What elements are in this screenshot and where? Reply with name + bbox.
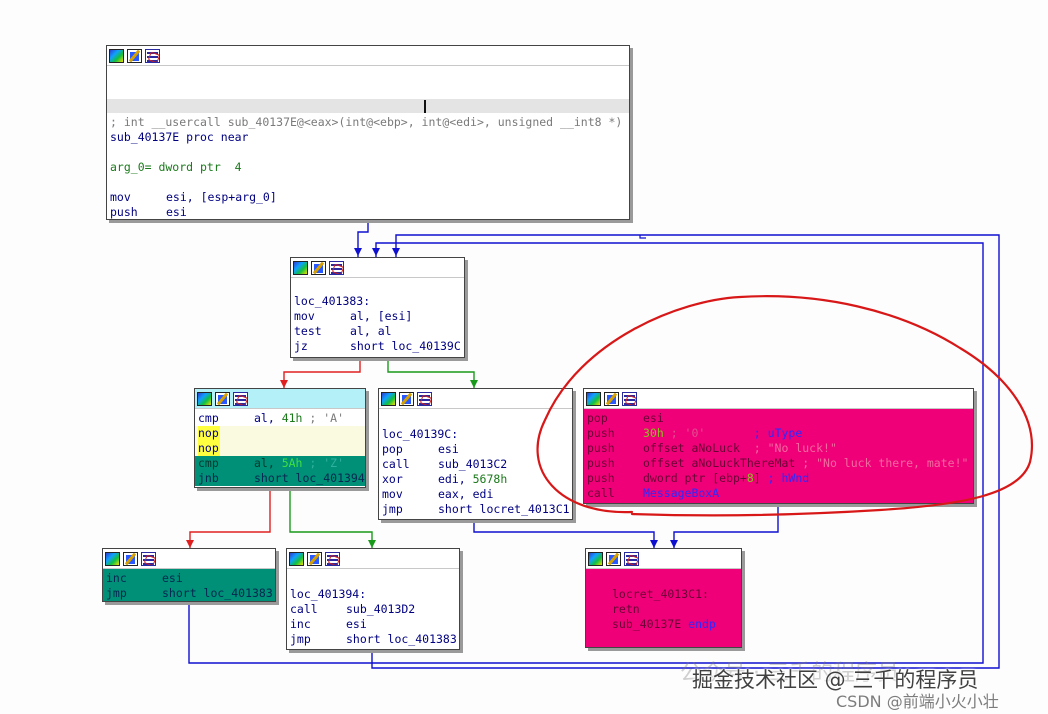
- asm-line[interactable]: mov al, [esi]: [291, 309, 464, 324]
- asm-line[interactable]: push dword ptr [ebp+8] ; hWnd: [584, 471, 973, 486]
- edit-color-icon[interactable]: [123, 551, 138, 566]
- graph-overview-icon[interactable]: [588, 551, 603, 566]
- text-view-icon[interactable]: [624, 551, 639, 566]
- success-branch-node[interactable]: loc_40139C: pop esi call sub_4013C2 xor edi…: [378, 388, 573, 520]
- node-header: [291, 258, 464, 278]
- asm-line[interactable]: xor edi, 5678h: [379, 472, 572, 487]
- text-view-icon[interactable]: [417, 391, 432, 406]
- nop-line[interactable]: nop: [195, 441, 365, 456]
- edit-color-icon[interactable]: [604, 391, 619, 406]
- arrow-jnb-false: [186, 540, 194, 548]
- edge-jnb-true: [289, 488, 373, 548]
- call-loop-node[interactable]: loc_401394: call sub_4013D2 inc esi jmp sho…: [286, 548, 460, 650]
- asm-line[interactable]: retn: [586, 602, 741, 617]
- edit-color-icon[interactable]: [127, 48, 142, 63]
- edit-color-icon[interactable]: [307, 551, 322, 566]
- node-header: [379, 389, 572, 409]
- asm-line[interactable]: call sub_4013D2: [287, 602, 459, 617]
- arrow-entry-2: [372, 248, 380, 256]
- asm-line[interactable]: call MessageBoxA: [584, 486, 973, 501]
- asm-line[interactable]: mov eax, edi: [379, 487, 572, 502]
- graph-overview-icon[interactable]: [197, 391, 212, 406]
- node-header: [584, 389, 973, 409]
- edit-color-icon[interactable]: [399, 391, 414, 406]
- arrow-msgbox-ret: [670, 540, 678, 548]
- graph-overview-icon[interactable]: [586, 391, 601, 406]
- arrow-jz-true: [470, 380, 478, 388]
- endp-line[interactable]: sub_40137E endp: [586, 617, 741, 632]
- graph-overview-icon[interactable]: [109, 48, 124, 63]
- asm-line[interactable]: cmp al, 41h ; 'A': [195, 411, 365, 426]
- asm-line[interactable]: call sub_4013C2: [379, 457, 572, 472]
- node-label[interactable]: loc_401383:: [291, 294, 464, 309]
- asm-line[interactable]: jmp short locret_4013C1: [379, 502, 572, 517]
- arrow-entry-1: [354, 248, 362, 256]
- asm-line[interactable]: inc esi: [287, 617, 459, 632]
- node-label[interactable]: loc_401394:: [287, 587, 459, 602]
- asm-line[interactable]: jmp short loc_401383: [287, 632, 459, 647]
- increment-node[interactable]: inc esi jmp short loc_401383: [102, 548, 276, 602]
- arg-declaration: arg_0= dword ptr 4: [110, 160, 242, 174]
- asm-line[interactable]: push esi: [107, 205, 629, 220]
- text-view-icon[interactable]: [141, 551, 156, 566]
- function-entry-node[interactable]: ; int __usercall sub_40137E@<eax>(int@<e…: [106, 45, 630, 220]
- asm-line[interactable]: jz short loc_40139C: [291, 339, 464, 354]
- arrow-9c-ret: [650, 540, 658, 548]
- arrow-jnb-true: [368, 540, 376, 548]
- text-view-icon[interactable]: [329, 260, 344, 275]
- watermark-csdn: CSDN @前端小火小壮: [836, 692, 999, 711]
- edge-jz-false: [283, 358, 361, 388]
- node-header: [287, 549, 459, 569]
- text-view-icon[interactable]: [325, 551, 340, 566]
- edge-msgbox-ret: [673, 504, 779, 548]
- compare-node[interactable]: cmp al, 41h ; 'A' nop nop cmp al, 5Ah ; 'Z…: [194, 388, 366, 488]
- text-view-icon[interactable]: [233, 391, 248, 406]
- node-label[interactable]: loc_40139C:: [379, 427, 572, 442]
- asm-line[interactable]: pop esi: [584, 411, 973, 426]
- loop-node[interactable]: loc_401383: mov al, [esi] test al, al jz sh…: [290, 257, 465, 358]
- return-node[interactable]: locret_4013C1: retn sub_40137E endp: [585, 548, 742, 648]
- asm-line[interactable]: jmp short loc_401383: [103, 586, 275, 601]
- graph-overview-icon[interactable]: [293, 260, 308, 275]
- edge-jnb-false: [189, 488, 271, 548]
- messagebox-node[interactable]: pop esi push 30h ; '0' ; uType push offset …: [583, 388, 974, 504]
- edit-color-icon[interactable]: [311, 260, 326, 275]
- node-header: [107, 46, 629, 66]
- text-view-icon[interactable]: [145, 48, 160, 63]
- edge-jz-true: [387, 358, 475, 388]
- asm-line[interactable]: cmp al, 5Ah ; 'Z': [195, 456, 365, 471]
- arrow-jz-false: [280, 380, 288, 388]
- asm-line[interactable]: pop esi: [379, 442, 572, 457]
- asm-line[interactable]: mov esi, [esp+arg_0]: [107, 190, 629, 205]
- line-highlight: [107, 99, 629, 113]
- node-label[interactable]: locret_4013C1:: [586, 587, 741, 602]
- asm-line[interactable]: push offset aNoLuckThereMat ; "No luck th…: [584, 456, 973, 471]
- arrow-entry-3: [392, 248, 400, 256]
- asm-line[interactable]: push offset aNoLuck ; "No luck!": [584, 441, 973, 456]
- text-view-icon[interactable]: [622, 391, 637, 406]
- nop-line[interactable]: nop: [195, 426, 365, 441]
- asm-line[interactable]: inc esi: [103, 571, 275, 586]
- edit-color-icon[interactable]: [215, 391, 230, 406]
- node-header: [103, 549, 275, 569]
- node-header: [195, 389, 365, 409]
- edit-color-icon[interactable]: [606, 551, 621, 566]
- edge-9c-ret: [473, 520, 655, 548]
- graph-overview-icon[interactable]: [381, 391, 396, 406]
- asm-line[interactable]: push 30h ; '0' ; uType: [584, 426, 973, 441]
- graph-overview-icon[interactable]: [105, 551, 120, 566]
- proc-declaration: sub_40137E proc near: [110, 130, 249, 144]
- graph-overview-icon[interactable]: [289, 551, 304, 566]
- asm-line[interactable]: jnb short loc_401394: [195, 471, 365, 486]
- node-header: [586, 549, 741, 569]
- asm-line[interactable]: test al, al: [291, 324, 464, 339]
- function-signature-comment: ; int __usercall sub_40137E@<eax>(int@<e…: [110, 115, 623, 129]
- text-cursor: [424, 100, 426, 113]
